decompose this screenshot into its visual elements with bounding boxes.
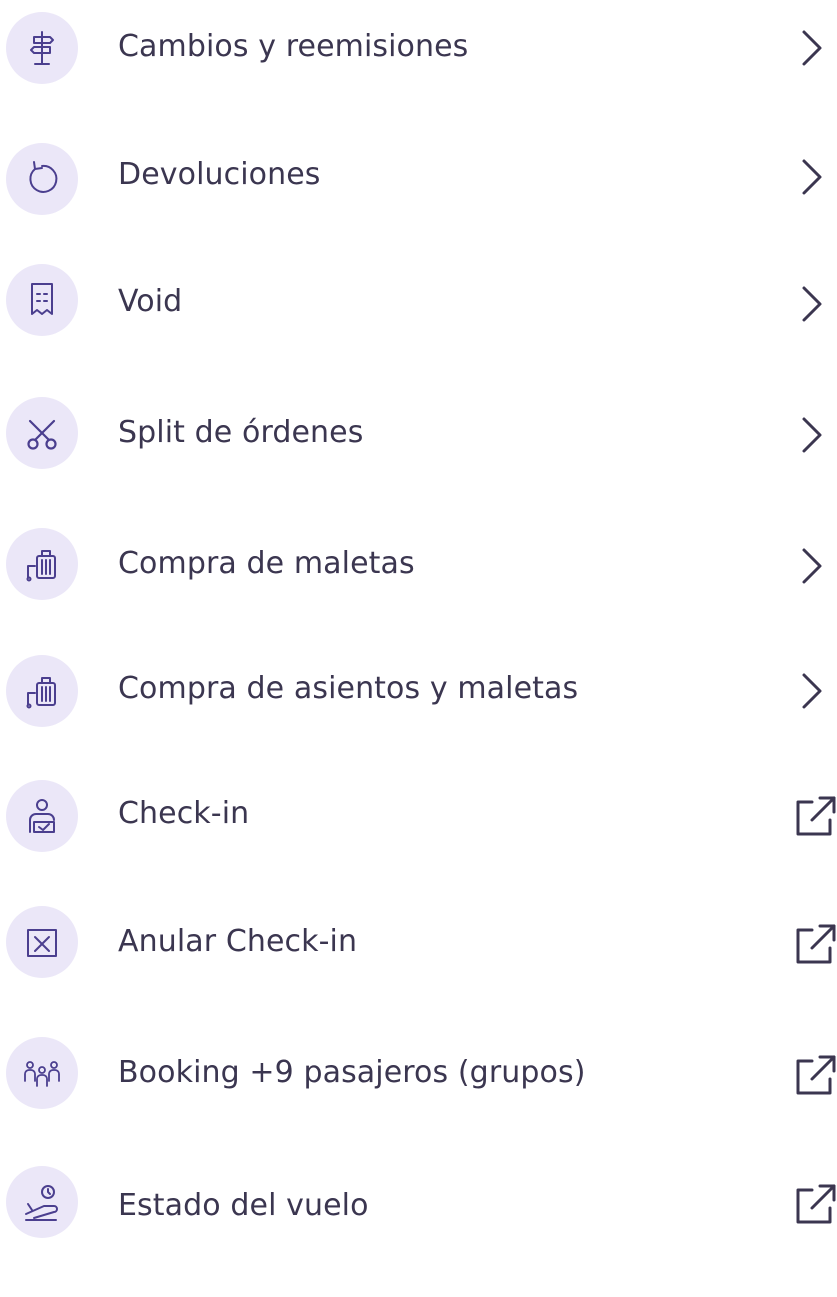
- menu-item-label: Booking +9 pasajeros (grupos): [118, 1055, 586, 1090]
- chevron-right-icon: [792, 542, 837, 590]
- menu-item-cambios-reemisiones[interactable]: Cambios y reemisiones: [0, 0, 837, 131]
- menu-item-label: Check-in: [118, 796, 250, 831]
- menu-item-label: Estado del vuelo: [118, 1188, 369, 1223]
- menu-item-devoluciones[interactable]: Devoluciones: [0, 131, 837, 262]
- menu-item-label: Split de órdenes: [118, 415, 364, 450]
- signpost-icon: [6, 12, 78, 84]
- refund-arrow-icon: [6, 143, 78, 215]
- menu-item-estado-vuelo[interactable]: Estado del vuelo: [0, 1166, 837, 1297]
- menu-item-booking-grupos[interactable]: Booking +9 pasajeros (grupos): [0, 1037, 837, 1168]
- operations-menu: Cambios y reemisiones Devoluciones Void …: [0, 0, 837, 1238]
- menu-item-check-in[interactable]: Check-in: [0, 780, 837, 911]
- chevron-right-icon: [792, 411, 837, 459]
- menu-item-label: Anular Check-in: [118, 924, 358, 959]
- menu-item-label: Compra de maletas: [118, 546, 415, 581]
- chevron-right-icon: [792, 24, 837, 72]
- cancel-box-icon: [6, 906, 78, 978]
- external-link-icon: [792, 920, 837, 968]
- luggage-icon: [6, 528, 78, 600]
- group-people-icon: [6, 1037, 78, 1109]
- menu-item-compra-maletas[interactable]: Compra de maletas: [0, 524, 837, 655]
- menu-item-label: Cambios y reemisiones: [118, 29, 469, 64]
- menu-item-void[interactable]: Void: [0, 262, 837, 393]
- chevron-right-icon: [792, 153, 837, 201]
- external-link-icon: [792, 1051, 837, 1099]
- void-ticket-icon: [6, 264, 78, 336]
- menu-item-anular-check-in[interactable]: Anular Check-in: [0, 906, 837, 1037]
- luggage-icon: [6, 655, 78, 727]
- chevron-right-icon: [792, 280, 837, 328]
- menu-item-label: Compra de asientos y maletas: [118, 671, 579, 706]
- menu-item-label: Devoluciones: [118, 157, 321, 192]
- menu-item-split-ordenes[interactable]: Split de órdenes: [0, 393, 837, 524]
- person-check-icon: [6, 780, 78, 852]
- flight-status-icon: [6, 1166, 78, 1238]
- menu-item-compra-asientos-maletas[interactable]: Compra de asientos y maletas: [0, 655, 837, 786]
- menu-item-label: Void: [118, 284, 183, 319]
- chevron-right-icon: [792, 667, 837, 715]
- external-link-icon: [792, 792, 837, 840]
- scissors-icon: [6, 397, 78, 469]
- external-link-icon: [792, 1180, 837, 1228]
